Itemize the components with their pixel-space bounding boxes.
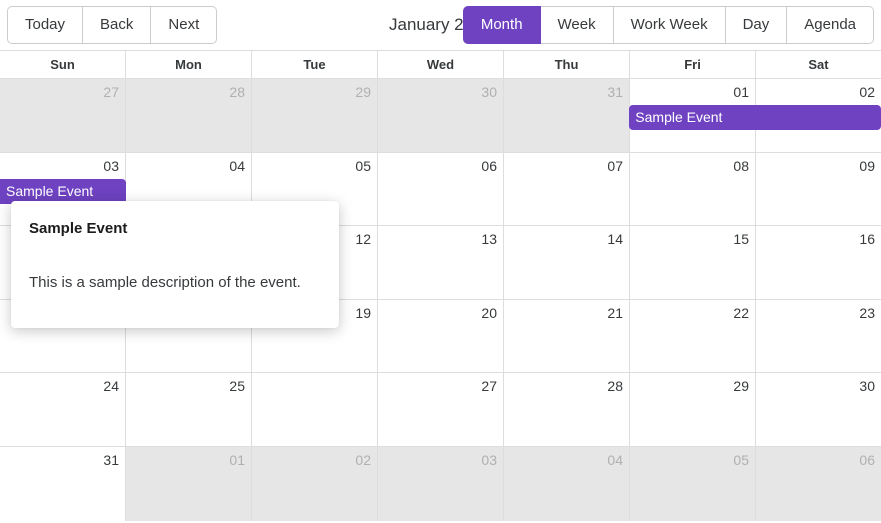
view-button-month[interactable]: Month xyxy=(462,6,541,44)
calendar-toolbar: Today Back Next January 2021 Month Week … xyxy=(0,0,881,50)
day-number: 15 xyxy=(733,231,749,248)
day-cell[interactable]: 01 xyxy=(125,446,251,521)
day-cell[interactable]: 13 xyxy=(377,226,503,299)
day-cell[interactable] xyxy=(251,373,377,446)
day-number: 25 xyxy=(229,378,245,395)
day-number: 27 xyxy=(103,84,119,100)
weekday-header-sun: Sun xyxy=(50,57,75,72)
day-number: 05 xyxy=(733,451,749,468)
view-button-work-week[interactable]: Work Week xyxy=(613,6,726,44)
navigation-button-group: Today Back Next xyxy=(7,6,218,44)
day-number: 13 xyxy=(481,231,497,248)
day-cell[interactable]: 28 xyxy=(125,79,251,152)
day-cell[interactable]: 27 xyxy=(0,79,125,152)
day-number: 27 xyxy=(481,378,497,395)
day-cell[interactable]: 29 xyxy=(251,79,377,152)
day-number: 03 xyxy=(481,451,497,468)
day-number: 04 xyxy=(229,157,245,174)
day-number: 06 xyxy=(481,157,497,174)
day-cell[interactable]: 14 xyxy=(503,226,629,299)
day-number: 06 xyxy=(859,451,875,468)
today-button[interactable]: Today xyxy=(7,6,84,44)
day-number: 02 xyxy=(355,451,371,468)
day-cell[interactable]: 23 xyxy=(755,299,881,373)
day-number: 30 xyxy=(481,84,497,100)
day-cell[interactable]: 27 xyxy=(377,373,503,446)
view-switcher-button-group: Month Week Work Week Day Agenda xyxy=(462,6,874,44)
weekday-header-sat: Sat xyxy=(755,51,881,78)
day-cell[interactable]: 07 xyxy=(503,152,629,226)
day-number: 08 xyxy=(733,157,749,174)
week-row: 31 01 02 03 04 05 06 xyxy=(0,446,881,521)
day-cell[interactable]: 03 xyxy=(377,446,503,521)
back-button[interactable]: Back xyxy=(83,6,152,44)
day-cell[interactable]: 02 xyxy=(251,446,377,521)
day-number: 28 xyxy=(229,84,245,100)
day-cell[interactable]: 15 xyxy=(629,226,755,299)
day-number: 09 xyxy=(859,157,875,174)
day-number: 31 xyxy=(103,451,119,468)
day-number: 21 xyxy=(607,304,623,321)
day-cell[interactable]: 29 xyxy=(629,373,755,446)
day-cell[interactable]: 21 xyxy=(503,299,629,373)
day-number: 29 xyxy=(733,378,749,395)
calendar-event[interactable]: Sample Event xyxy=(629,105,881,130)
popover-title: Sample Event xyxy=(29,220,128,237)
day-number: 28 xyxy=(607,378,623,395)
view-button-agenda[interactable]: Agenda xyxy=(787,6,874,44)
day-cell[interactable]: 24 xyxy=(0,373,125,446)
day-cell[interactable]: 06 xyxy=(755,446,881,521)
day-number: 01 xyxy=(733,84,749,100)
month-view: Sun Mon Tue Wed Thu Fri Sat 27 28 29 30 31 01 02 Samp… xyxy=(0,50,881,521)
day-number: 14 xyxy=(607,231,623,248)
day-number: 20 xyxy=(481,304,497,321)
day-cell[interactable]: 30 xyxy=(377,79,503,152)
weekday-header-mon: Mon xyxy=(125,51,251,78)
week-row: 27 28 29 30 31 01 02 Sample Event xyxy=(0,79,881,153)
day-cell[interactable]: 09 xyxy=(755,152,881,226)
weekday-header-fri: Fri xyxy=(629,51,755,78)
day-number: 22 xyxy=(733,304,749,321)
day-cell[interactable]: 06 xyxy=(377,152,503,226)
day-cell[interactable]: 30 xyxy=(755,373,881,446)
day-number: 01 xyxy=(229,451,245,468)
calendar-app: Today Back Next January 2021 Month Week … xyxy=(0,0,881,523)
day-number: 24 xyxy=(103,378,119,395)
day-cell[interactable]: 05 xyxy=(629,446,755,521)
weekday-header-thu: Thu xyxy=(503,51,629,78)
day-number: 30 xyxy=(859,378,875,395)
day-number: 31 xyxy=(607,84,623,100)
day-number: 03 xyxy=(103,157,119,174)
day-number: 07 xyxy=(607,157,623,174)
day-cell[interactable]: 04 xyxy=(503,446,629,521)
view-button-day[interactable]: Day xyxy=(725,6,788,44)
day-cell[interactable]: 22 xyxy=(629,299,755,373)
week-row: 24 25 27 28 29 30 xyxy=(0,373,881,447)
day-number: 05 xyxy=(355,157,371,174)
event-details-popover[interactable]: Sample Event This is a sample descriptio… xyxy=(11,201,339,328)
day-number xyxy=(252,373,377,377)
day-number: 29 xyxy=(355,84,371,100)
weekday-header-tue: Tue xyxy=(251,51,377,78)
day-cell[interactable]: 31 xyxy=(503,79,629,152)
day-cell[interactable]: 16 xyxy=(755,226,881,299)
day-number: 16 xyxy=(859,231,875,248)
view-button-week[interactable]: Week xyxy=(540,6,614,44)
popover-description: This is a sample description of the even… xyxy=(29,273,301,291)
day-cell[interactable]: 25 xyxy=(125,373,251,446)
weekday-header-wed: Wed xyxy=(377,51,503,78)
day-number: 04 xyxy=(607,451,623,468)
next-button[interactable]: Next xyxy=(151,6,218,44)
day-cell[interactable]: 31 xyxy=(0,446,125,521)
day-number: 23 xyxy=(859,304,875,321)
day-cell[interactable]: 28 xyxy=(503,373,629,446)
day-cell[interactable]: 08 xyxy=(629,152,755,226)
calendar-event[interactable]: Sample Event xyxy=(0,178,126,204)
day-number: 02 xyxy=(859,84,875,100)
day-cell[interactable]: 20 xyxy=(377,299,503,373)
weekday-header-row: Sun Mon Tue Wed Thu Fri Sat xyxy=(0,51,881,79)
